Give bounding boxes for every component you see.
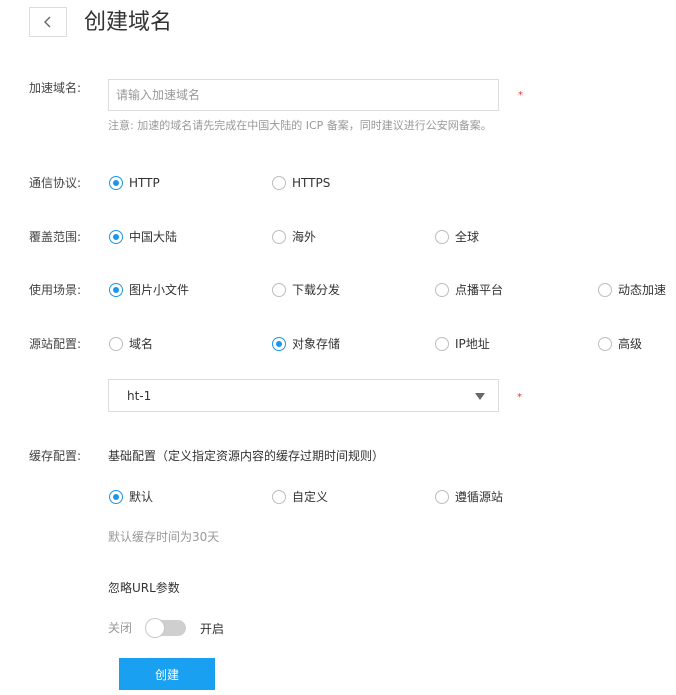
- radio-label: 高级: [618, 337, 643, 351]
- cache-radio-custom[interactable]: 自定义: [272, 489, 328, 505]
- domain-note: 注意: 加速的域名请先完成在中国大陆的 ICP 备案，同时建议进行公安网备案。: [108, 119, 492, 132]
- radio-label: 图片小文件: [129, 283, 190, 297]
- radio-circle: [435, 490, 449, 504]
- create-button[interactable]: 创建: [119, 658, 215, 690]
- cache-label: 缓存配置:: [29, 449, 82, 463]
- protocol-radio-https[interactable]: HTTPS: [272, 175, 330, 191]
- chevron-left-icon: [44, 16, 51, 28]
- radio-circle: [272, 490, 286, 504]
- radio-circle: [109, 337, 123, 351]
- coverage-label: 覆盖范围:: [29, 230, 82, 244]
- scenario-radio-download[interactable]: 下载分发: [272, 282, 340, 298]
- caret-down-icon: [475, 393, 485, 400]
- scenario-radio-small-files[interactable]: 图片小文件: [109, 282, 189, 298]
- toggle-off-label: 关闭: [108, 621, 133, 635]
- scenario-radio-dynamic[interactable]: 动态加速: [598, 282, 666, 298]
- radio-label: 全球: [455, 230, 480, 244]
- protocol-label: 通信协议:: [29, 176, 82, 190]
- radio-label: 点播平台: [455, 283, 504, 297]
- radio-circle: [109, 490, 123, 504]
- domain-input[interactable]: [108, 79, 499, 111]
- back-button[interactable]: [29, 7, 67, 37]
- coverage-radio-overseas[interactable]: 海外: [272, 229, 316, 245]
- radio-label: IP地址: [455, 337, 490, 351]
- radio-label: 下载分发: [292, 283, 341, 297]
- radio-circle: [272, 337, 286, 351]
- scenario-radio-vod[interactable]: 点播平台: [435, 282, 503, 298]
- radio-circle: [109, 230, 123, 244]
- origin-radio-advanced[interactable]: 高级: [598, 336, 642, 352]
- cache-default-note: 默认缓存时间为30天: [108, 530, 220, 544]
- radio-circle: [435, 283, 449, 297]
- radio-label: 中国大陆: [129, 230, 178, 244]
- radio-circle: [435, 230, 449, 244]
- origin-label: 源站配置:: [29, 337, 82, 351]
- origin-radio-ip[interactable]: IP地址: [435, 336, 490, 352]
- radio-circle: [109, 176, 123, 190]
- radio-label: HTTP: [129, 176, 160, 190]
- radio-label: 动态加速: [618, 283, 667, 297]
- radio-circle: [272, 176, 286, 190]
- radio-label: HTTPS: [292, 176, 331, 190]
- radio-label: 域名: [129, 337, 154, 351]
- page-title: 创建域名: [84, 10, 173, 35]
- radio-label: 遵循源站: [455, 490, 504, 504]
- bucket-select[interactable]: ht-1: [108, 379, 499, 412]
- radio-label: 默认: [129, 490, 154, 504]
- radio-circle: [435, 337, 449, 351]
- radio-circle: [598, 283, 612, 297]
- radio-circle: [272, 283, 286, 297]
- toggle-on-label: 开启: [200, 622, 225, 636]
- required-mark: *: [517, 392, 522, 403]
- coverage-radio-global[interactable]: 全球: [435, 229, 479, 245]
- radio-circle: [598, 337, 612, 351]
- radio-label: 对象存储: [292, 337, 341, 351]
- cache-radio-follow-origin[interactable]: 遵循源站: [435, 489, 503, 505]
- toggle-knob: [146, 619, 164, 637]
- radio-label: 自定义: [292, 490, 329, 504]
- cache-subtitle: 基础配置（定义指定资源内容的缓存过期时间规则）: [108, 449, 385, 463]
- bucket-select-value: ht-1: [127, 388, 152, 403]
- radio-circle: [272, 230, 286, 244]
- coverage-radio-mainland[interactable]: 中国大陆: [109, 229, 177, 245]
- scenario-label: 使用场景:: [29, 283, 82, 297]
- required-mark: *: [518, 90, 523, 101]
- origin-radio-object-storage[interactable]: 对象存储: [272, 336, 340, 352]
- origin-radio-domain[interactable]: 域名: [109, 336, 153, 352]
- radio-circle: [109, 283, 123, 297]
- domain-label: 加速域名:: [29, 81, 82, 95]
- protocol-radio-http[interactable]: HTTP: [109, 175, 160, 191]
- radio-label: 海外: [292, 230, 317, 244]
- ignore-url-params-toggle[interactable]: [146, 619, 186, 637]
- cache-radio-default[interactable]: 默认: [109, 489, 153, 505]
- ignore-url-params-label: 忽略URL参数: [108, 581, 180, 595]
